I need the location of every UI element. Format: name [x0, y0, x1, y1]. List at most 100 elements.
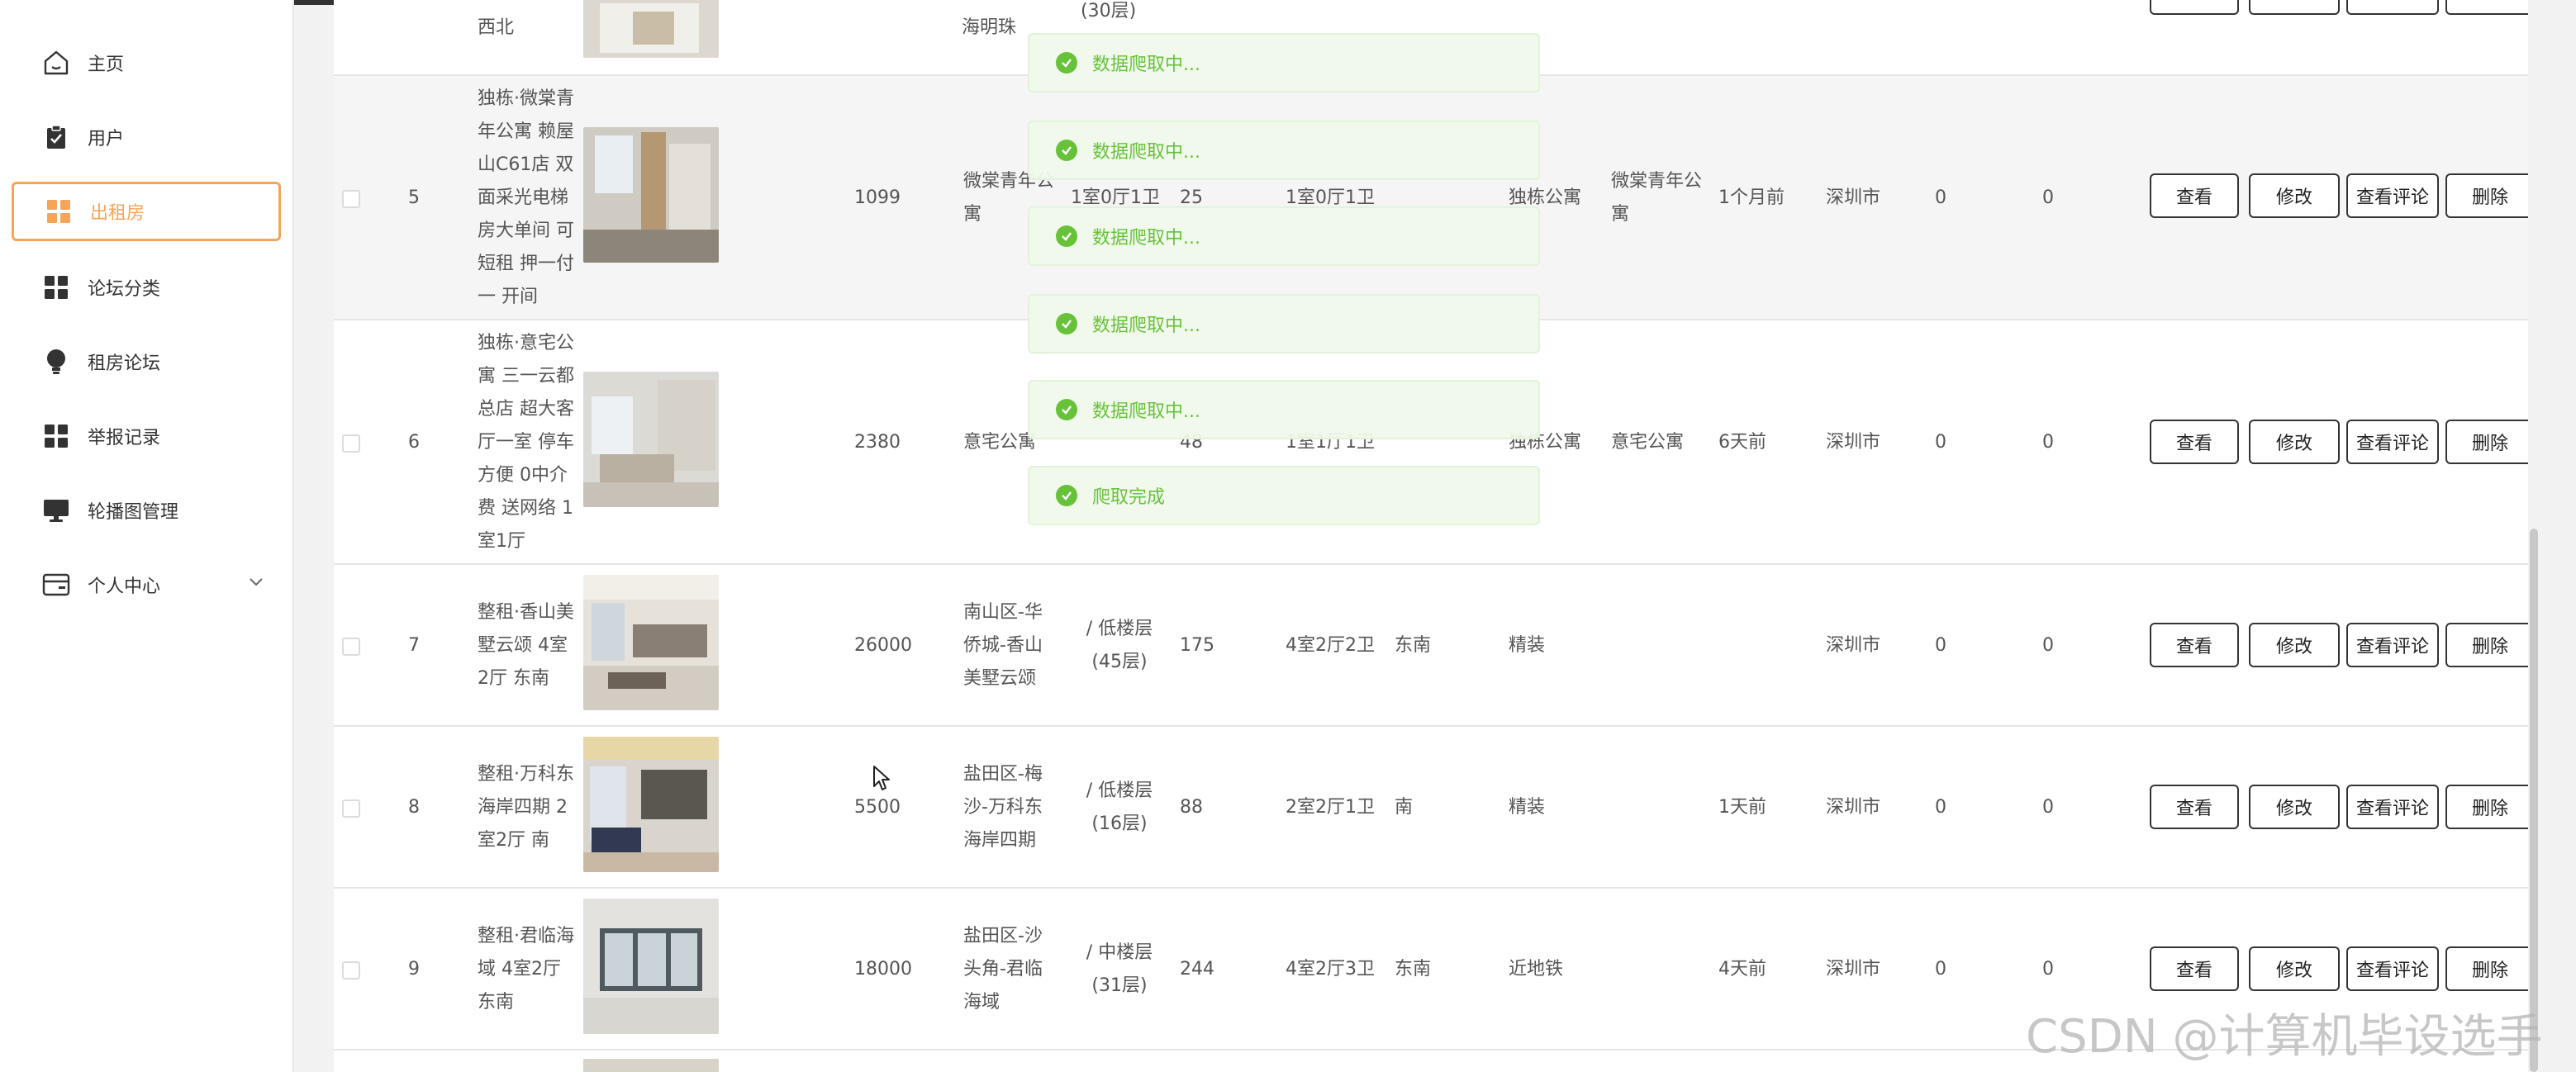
sidebar-item-label: 用户 [88, 129, 125, 149]
toast-text: 数据爬取中... [1092, 55, 1200, 75]
check-circle-icon [1056, 313, 1077, 334]
edit-button[interactable]: 修改 [2249, 946, 2340, 991]
time-cell: 4天前 [1718, 959, 1766, 980]
price-cell: 1099 [854, 187, 901, 208]
home-icon [41, 48, 71, 78]
time-cell: 1天前 [1718, 797, 1766, 818]
delete-button[interactable]: 删除 [2445, 946, 2528, 991]
edit-button[interactable]: 修改 [2249, 173, 2340, 218]
view-button[interactable] [2150, 0, 2239, 15]
toast-text: 爬取完成 [1092, 487, 1166, 508]
monitor-icon [41, 496, 71, 525]
city-cell: 深圳市 [1826, 797, 1881, 818]
sidebar-item-home[interactable]: 主页 [12, 33, 281, 92]
index-cell: 7 [408, 635, 420, 656]
count-cell: 0 [2042, 959, 2054, 980]
sidebar-item-profile[interactable]: 个人中心 [12, 555, 281, 614]
row-checkbox[interactable] [342, 961, 360, 980]
community-cell: 海明珠 [962, 17, 1017, 38]
count-cell: 0 [2042, 432, 2054, 453]
view-comments-button[interactable]: 查看评论 [2346, 785, 2439, 829]
community-cell: 南山区-华 侨城-香山 美墅云颂 [963, 602, 1043, 689]
title-cell: 西北 [478, 17, 515, 38]
sidebar-item-users[interactable]: 用户 [12, 107, 281, 167]
city-cell: 深圳市 [1826, 187, 1881, 208]
count-cell: 0 [2042, 187, 2054, 208]
house-photo [583, 127, 719, 263]
toast-text: 数据爬取中... [1092, 142, 1200, 163]
row-checkbox[interactable] [342, 190, 360, 208]
edit-button[interactable]: 修改 [2249, 623, 2340, 667]
area-cell: 175 [1180, 635, 1214, 656]
table-row: 8 整租·万科东 海岸四期 2 室2厅 南 5500 盐田区-梅 沙-万科东 海岸四期 … [334, 727, 2528, 889]
table-row: 6 独栋·意宅公寓 三一云都 总店 超大客 厅一室 停车 方便 0中介费 送网络 1室… [334, 320, 2528, 565]
index-cell: 9 [408, 959, 420, 980]
delete-button[interactable]: 删除 [2445, 623, 2528, 667]
price-cell: 18000 [854, 959, 912, 980]
house-photo [583, 899, 719, 1034]
delete-button[interactable]: 删除 [2445, 785, 2528, 829]
floor-cell: / 低楼层 (16层) [1086, 780, 1153, 834]
row-checkbox[interactable] [342, 434, 360, 453]
count-cell: 0 [2042, 797, 2054, 818]
view-comments-button[interactable] [2346, 0, 2439, 15]
check-circle-icon [1056, 399, 1077, 420]
view-comments-button[interactable]: 查看评论 [2346, 173, 2439, 218]
sidebar-item-label: 租房论坛 [88, 353, 161, 374]
sidebar-item-forum-category[interactable]: 论坛分类 [12, 258, 281, 317]
sidebar-item-rentals[interactable]: 出租房 [12, 182, 281, 241]
community-cell: 意宅公寓 [963, 432, 1037, 453]
view-button[interactable]: 查看 [2150, 420, 2239, 464]
view-comments-button[interactable]: 查看评论 [2346, 623, 2439, 667]
view-comments-button[interactable]: 查看评论 [2346, 420, 2439, 464]
time-cell: 1个月前 [1718, 187, 1785, 208]
grid-icon [41, 421, 71, 451]
house-photo [583, 575, 719, 710]
edit-button[interactable]: 修改 [2249, 420, 2340, 464]
view-comments-button[interactable]: 查看评论 [2346, 946, 2439, 991]
city-cell: 深圳市 [1826, 432, 1881, 453]
check-circle-icon [1056, 485, 1077, 506]
house-photo [583, 737, 719, 872]
sidebar-item-carousel[interactable]: 轮播图管理 [12, 481, 281, 540]
type-cell: 精装 [1509, 797, 1546, 818]
delete-button[interactable]: 删除 [2445, 173, 2528, 218]
index-cell: 8 [408, 797, 420, 818]
edit-button[interactable] [2249, 0, 2340, 15]
area-cell: 244 [1180, 959, 1214, 980]
layout-cell: 4室2厅2卫 [1286, 635, 1375, 656]
check-circle-icon [1056, 140, 1077, 161]
count-cell: 0 [2042, 635, 2054, 656]
city-cell: 深圳市 [1826, 635, 1881, 656]
layout-cell: 4室2厅3卫 [1286, 959, 1375, 980]
toast-message: 数据爬取中... [1028, 380, 1540, 439]
title-cell: 整租·君临海域 4室2厅 东南 [478, 926, 574, 1013]
floor-cell: (30层) [1081, 1, 1137, 21]
row-checkbox[interactable] [342, 799, 360, 818]
toast-message: 爬取完成 [1028, 466, 1540, 525]
grid-icon [41, 273, 71, 302]
count-cell: 0 [1935, 432, 1946, 453]
view-button[interactable]: 查看 [2150, 173, 2239, 218]
title-cell: 独栋·微棠青 年公寓 赖屋 山C61店 双面采光电梯 房大单间 可短租 押一付一 开间 [478, 88, 574, 307]
floor-cell: / 中楼层 (31层) [1086, 942, 1153, 996]
row-checbox[interactable] [342, 638, 360, 656]
toast-message: 数据爬取中... [1028, 206, 1540, 266]
sidebar-item-label: 论坛分类 [88, 279, 161, 300]
toast-message: 数据爬取中... [1028, 121, 1540, 180]
scrollbar-thumb[interactable] [2530, 529, 2538, 1072]
view-button[interactable]: 查看 [2150, 785, 2239, 829]
toast-message: 数据爬取中... [1028, 33, 1540, 92]
sidebar-item-rental-forum[interactable]: 租房论坛 [12, 332, 281, 391]
delete-button[interactable] [2445, 0, 2528, 15]
bulb-icon [41, 347, 71, 377]
sidebar-item-reports[interactable]: 举报记录 [12, 406, 281, 466]
edit-button[interactable]: 修改 [2249, 785, 2340, 829]
chevron-down-icon[interactable] [248, 573, 264, 595]
mouse-cursor-icon [872, 765, 891, 796]
index-cell: 5 [408, 187, 420, 208]
orientation-cell: 南 [1395, 797, 1414, 818]
view-button[interactable]: 查看 [2150, 946, 2239, 991]
view-button[interactable]: 查看 [2150, 623, 2239, 667]
delete-button[interactable]: 删除 [2445, 420, 2528, 464]
